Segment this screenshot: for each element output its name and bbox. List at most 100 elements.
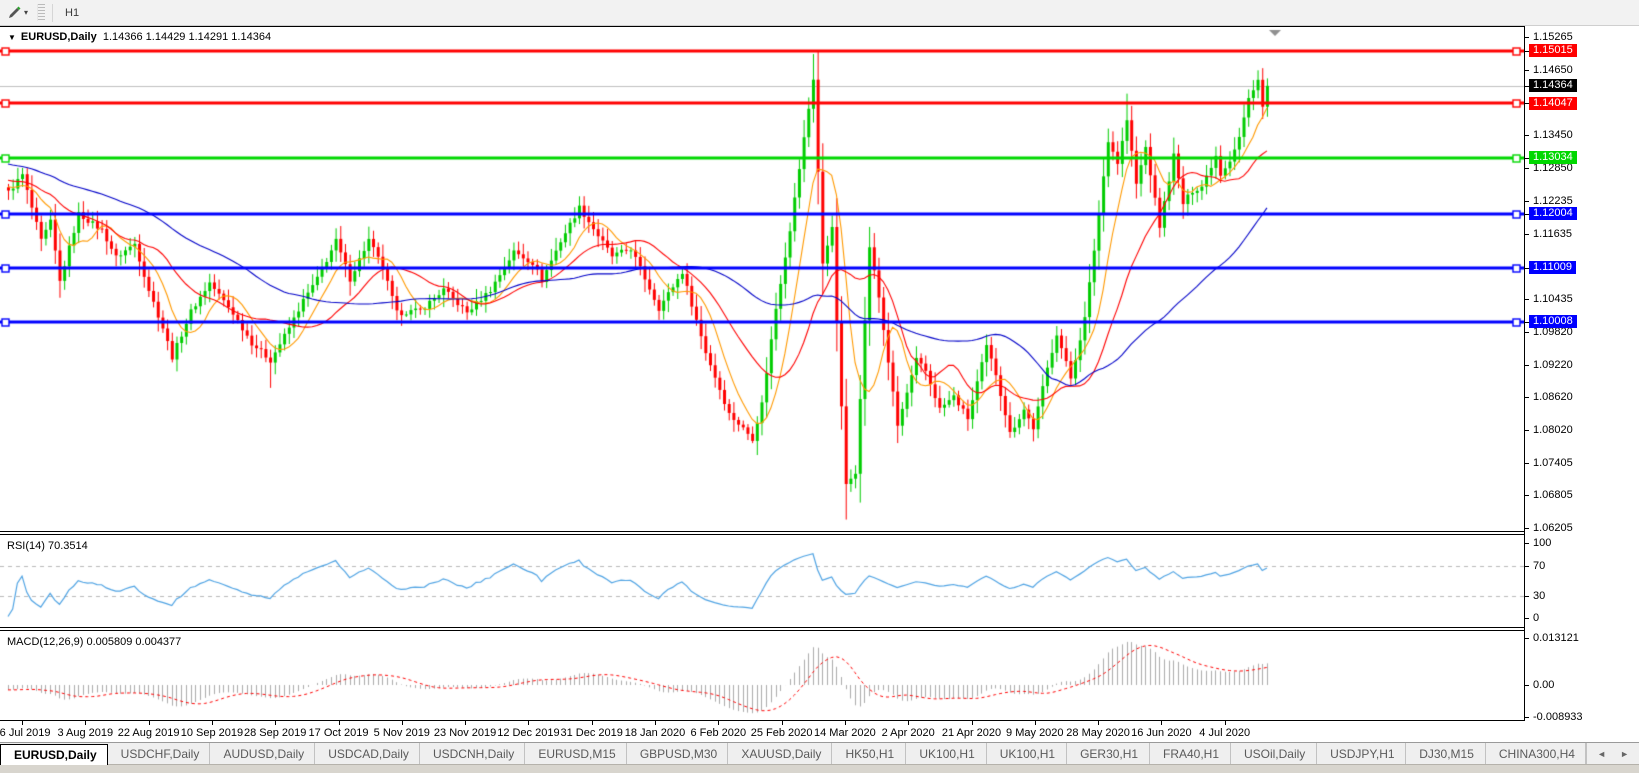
axis-tick-mark xyxy=(1525,70,1529,72)
macd-tick-label: 0.00 xyxy=(1533,679,1555,691)
line-price-badge: 1.15015 xyxy=(1529,44,1577,58)
macd-indicator-canvas[interactable] xyxy=(0,631,1524,720)
tab-scroll-left-icon[interactable]: ◄ xyxy=(1597,749,1606,759)
current-price-badge: 1.14364 xyxy=(1529,79,1577,93)
chart-tab-china300-h4[interactable]: CHINA300,H4 xyxy=(1486,743,1587,765)
chart-ohlc-values: 1.14366 1.14429 1.14291 1.14364 xyxy=(102,31,272,43)
chart-tab-gbpusd-m30[interactable]: GBPUSD,M30 xyxy=(627,743,729,765)
date-tick-mark xyxy=(781,721,783,725)
date-tick-mark xyxy=(465,721,467,725)
rsi-panel-bottom-border[interactable] xyxy=(0,627,1524,628)
chart-tab-usdcad-daily[interactable]: USDCAD,Daily xyxy=(315,743,420,765)
main-chart-canvas[interactable] xyxy=(0,27,1524,531)
axis-tick-mark xyxy=(1525,167,1529,169)
chart-dropdown-icon[interactable]: ▼ xyxy=(8,33,16,42)
axis-tick-mark xyxy=(1525,462,1529,464)
date-tick-mark xyxy=(1224,721,1226,725)
price-tick-label: 1.09220 xyxy=(1533,358,1573,371)
axis-tick-mark xyxy=(1525,397,1529,399)
axis-tick-mark xyxy=(1525,332,1529,334)
price-tick-label: 1.14650 xyxy=(1533,64,1573,77)
axis-tick-mark xyxy=(1525,37,1529,38)
macd-label: MACD(12,26,9) 0.005809 0.004377 xyxy=(7,636,182,648)
axis-tick-mark xyxy=(1525,543,1529,544)
date-label: 3 Aug 2019 xyxy=(57,727,114,739)
axis-tick-mark xyxy=(1525,364,1529,366)
line-price-badge: 1.11009 xyxy=(1529,261,1576,275)
tab-scroll-right-icon[interactable]: ► xyxy=(1620,749,1629,759)
date-label: 9 May 2020 xyxy=(1006,727,1064,739)
date-label: 17 Oct 2019 xyxy=(308,727,369,739)
axis-tick-mark xyxy=(1525,685,1529,686)
date-tick-mark xyxy=(844,721,846,725)
chart-tab-audusd-daily[interactable]: AUDUSD,Daily xyxy=(210,743,316,765)
axis-tick-mark xyxy=(1525,201,1529,203)
price-tick-label: 1.10435 xyxy=(1533,292,1573,305)
date-label: 18 Jan 2020 xyxy=(624,727,686,739)
axis-tick-mark xyxy=(1525,495,1529,497)
date-tick-mark xyxy=(1034,721,1036,725)
axis-tick-mark xyxy=(1525,595,1529,597)
status-bar xyxy=(0,764,1639,773)
rsi-tick-label: 30 xyxy=(1533,589,1546,602)
date-label: 22 Aug 2019 xyxy=(117,727,180,739)
pen-cursor-icon[interactable] xyxy=(4,4,24,22)
date-label: 21 Apr 2020 xyxy=(941,727,1002,739)
date-tick-mark xyxy=(401,721,403,725)
date-tick-mark xyxy=(22,721,23,725)
price-axis[interactable]: 1.15265 1.14650 1.13450 1.12850 1.12235 1.116… xyxy=(1525,26,1639,723)
axis-tick-mark xyxy=(1525,135,1529,137)
chart-tab-bar: EURUSD,Daily USDCHF,Daily AUDUSD,Daily USDC… xyxy=(0,742,1639,765)
date-label: 28 May 2020 xyxy=(1066,727,1130,739)
price-tick-label: 1.11635 xyxy=(1533,227,1572,240)
axis-tick-mark xyxy=(1525,527,1529,529)
date-label: 6 Feb 2020 xyxy=(690,727,747,739)
chart-tab-usdchf-daily[interactable]: USDCHF,Daily xyxy=(108,743,211,765)
line-price-badge: 1.14047 xyxy=(1529,96,1577,110)
toolbar-grip[interactable] xyxy=(37,4,46,21)
price-tick-label: 1.08620 xyxy=(1533,391,1573,404)
line-price-badge: 1.10008 xyxy=(1529,315,1577,329)
date-label: 12 Dec 2019 xyxy=(497,727,560,739)
rsi-tick-label: 70 xyxy=(1533,559,1546,572)
chart-tab-hk50-h1[interactable]: HK50,H1 xyxy=(832,743,907,765)
chart-tab-fra40-h1[interactable]: FRA40,H1 xyxy=(1150,743,1231,765)
timeframe-button-h1[interactable]: H1 xyxy=(57,3,94,23)
chart-tab-usdcnh-daily[interactable]: USDCNH,Daily xyxy=(420,743,526,765)
chart-tab-eurusd-daily[interactable]: EURUSD,Daily xyxy=(0,744,108,765)
date-tick-mark xyxy=(275,721,277,725)
chart-tab-xauusd-daily[interactable]: XAUUSD,Daily xyxy=(728,743,833,765)
date-label: 2 Apr 2020 xyxy=(881,727,935,739)
chart-title[interactable]: ▼ EURUSD,Daily 1.14366 1.14429 1.14291 1.… xyxy=(8,31,271,43)
chart-tab-uk100-h1[interactable]: UK100,H1 xyxy=(906,743,987,765)
chart-tab-dj30-m15[interactable]: DJ30,M15 xyxy=(1406,743,1486,765)
chart-tab-ger30-h1[interactable]: GER30,H1 xyxy=(1067,743,1150,765)
axis-tick-mark xyxy=(1525,638,1529,639)
date-tick-mark xyxy=(1161,721,1163,725)
toolbar-separator xyxy=(52,3,54,22)
date-tick-mark xyxy=(591,721,593,725)
chart-tab-eurusd-m15[interactable]: EURUSD,M15 xyxy=(525,743,627,765)
top-toolbar: ▾ M1M5M15M30H1H4D1W1MN xyxy=(0,0,1639,99)
date-label: 4 Jul 2020 xyxy=(1199,727,1251,739)
date-tick-mark xyxy=(528,721,530,725)
date-tick-mark xyxy=(338,721,340,725)
date-label: 23 Nov 2019 xyxy=(433,727,497,739)
price-tick-label: 1.06205 xyxy=(1533,521,1573,534)
axis-tick-mark xyxy=(1525,716,1529,718)
rsi-indicator-canvas[interactable] xyxy=(0,535,1524,627)
date-label: 16 Jul 2019 xyxy=(0,727,51,739)
price-tick-label: 1.15265 xyxy=(1533,31,1573,43)
date-tick-mark xyxy=(908,721,910,725)
time-axis[interactable]: 16 Jul 2019 3 Aug 201922 Aug 201910 Sep 2… xyxy=(0,721,1639,742)
tool-dropdown-caret[interactable]: ▾ xyxy=(24,8,28,17)
rsi-tick-label: 0 xyxy=(1533,612,1540,624)
chart-tab-uk100-h1[interactable]: UK100,H1 xyxy=(987,743,1068,765)
main-panel-bottom-border[interactable] xyxy=(0,531,1524,532)
date-tick-mark xyxy=(718,721,720,725)
date-label: 5 Nov 2019 xyxy=(373,727,430,739)
date-label: 28 Sep 2019 xyxy=(243,727,307,739)
axis-tick-mark xyxy=(1525,565,1529,567)
chart-tab-usoil-daily[interactable]: USOil,Daily xyxy=(1231,743,1318,765)
chart-tab-usdjpy-h1[interactable]: USDJPY,H1 xyxy=(1317,743,1407,765)
